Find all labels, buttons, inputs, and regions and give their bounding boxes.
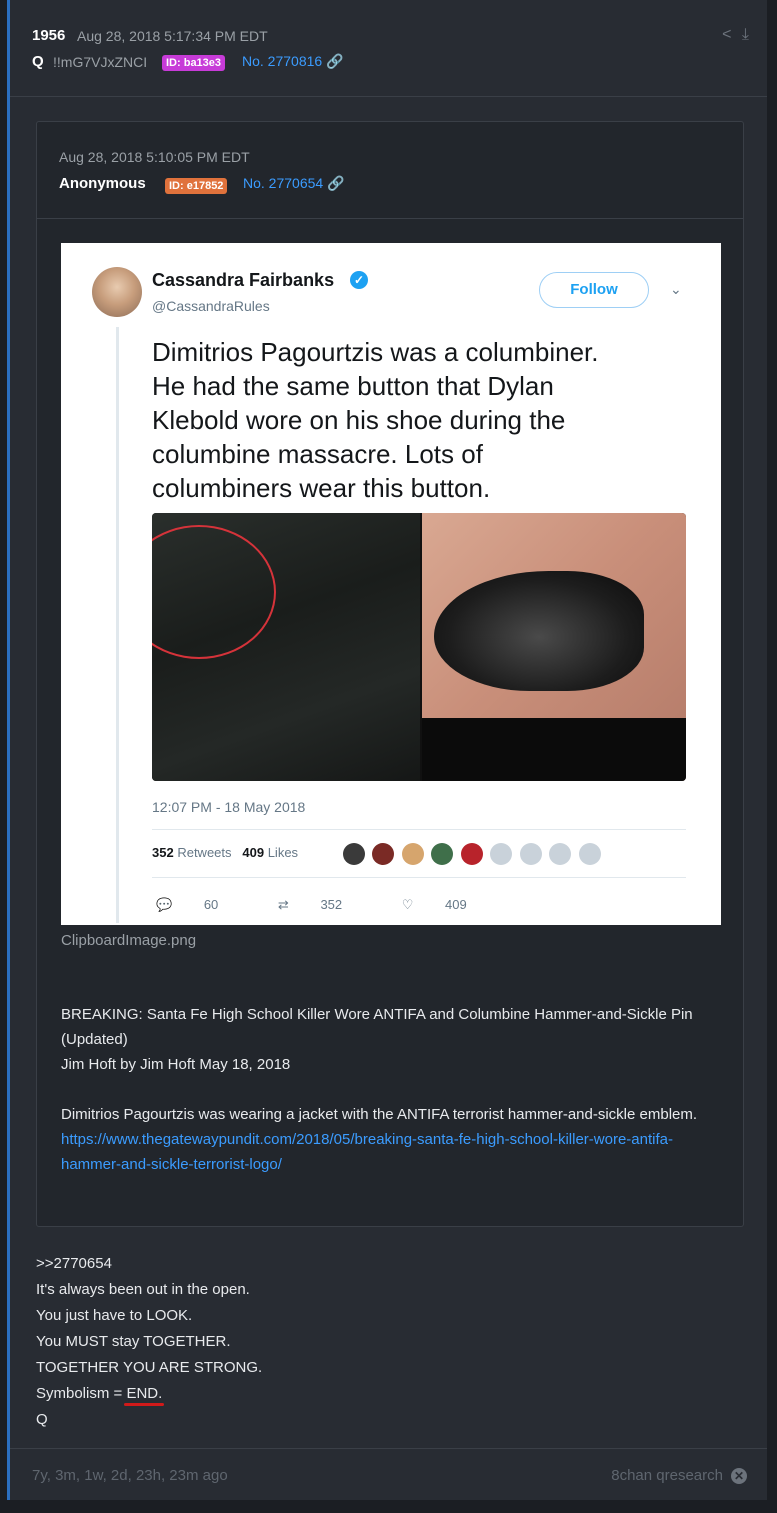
- post-tripcode: !!mG7VJxZNCI: [53, 54, 148, 70]
- tweet-media: [152, 513, 686, 781]
- quoted-post: Aug 28, 2018 5:10:05 PM EDT Anonymous ID…: [36, 121, 744, 1227]
- autopsy-caption: [422, 718, 686, 781]
- post-author: Q: [32, 53, 44, 70]
- article-byline: Jim Hoft by Jim Hoft May 18, 2018: [61, 1056, 291, 1073]
- heart-icon: ♡: [401, 897, 414, 912]
- article-headline: BREAKING: Santa Fe High School Killer Wo…: [61, 1006, 693, 1048]
- article-paragraph: Dimitrios Pagourtzis was wearing a jacke…: [61, 1106, 698, 1123]
- reply-signature: Q: [36, 1411, 48, 1428]
- quoted-post-id-badge: ID: e17852: [165, 178, 228, 194]
- post-date: Aug 28, 2018 5:17:34 PM EDT: [77, 28, 268, 44]
- post-container: 1956 Aug 28, 2018 5:17:34 PM EDT Q !!mG7…: [7, 0, 767, 1500]
- avatar: [431, 843, 454, 865]
- tweet-author-handle: @CassandraRules: [152, 298, 270, 314]
- link-icon: 🔗: [326, 53, 344, 69]
- divider: [152, 829, 686, 830]
- retweet-icon: ⇄: [277, 897, 289, 912]
- avatar: [490, 843, 513, 865]
- reply-reference-link[interactable]: >>2770654: [36, 1251, 736, 1277]
- likers-avatars: [343, 843, 604, 865]
- quoted-post-body: BREAKING: Santa Fe High School Killer Wo…: [61, 1002, 711, 1202]
- avatar: [92, 267, 142, 317]
- reply-body: >>2770654 It's always been out in the op…: [36, 1251, 736, 1433]
- avatar: [519, 843, 542, 865]
- divider: [152, 877, 686, 878]
- follow-button: Follow: [539, 272, 649, 308]
- reply-line: Symbolism = END.: [36, 1385, 163, 1402]
- reply-line: TOGETHER YOU ARE STRONG.: [36, 1359, 263, 1376]
- avatar: [460, 843, 483, 865]
- reply-line: You just have to LOOK.: [36, 1307, 193, 1324]
- reply-line: You MUST stay TOGETHER.: [36, 1333, 231, 1350]
- red-circle-annotation: [152, 525, 276, 659]
- avatar: [401, 843, 424, 865]
- quoted-post-header: Aug 28, 2018 5:10:05 PM EDT Anonymous ID…: [37, 122, 743, 219]
- post-id-badge: ID: ba13e3: [162, 55, 226, 71]
- download-icon[interactable]: ⤓: [742, 26, 749, 43]
- reply-icon: 💬: [156, 897, 173, 912]
- quoted-post-date: Aug 28, 2018 5:10:05 PM EDT: [59, 149, 250, 165]
- reply-line: It's always been out in the open.: [36, 1281, 250, 1298]
- share-icon[interactable]: <: [722, 26, 731, 43]
- avatar: [343, 843, 365, 865]
- post-header: 1956 Aug 28, 2018 5:17:34 PM EDT Q !!mG7…: [10, 0, 767, 97]
- post-age: 7y, 3m, 1w, 2d, 23h, 23m ago: [32, 1467, 228, 1484]
- link-icon: 🔗: [327, 175, 345, 191]
- tweet-author-name: Cassandra Fairbanks: [152, 270, 335, 290]
- article-link[interactable]: https://www.thegatewaypundit.com/2018/05…: [61, 1131, 673, 1173]
- boot-photo: [422, 513, 686, 781]
- avatar: [372, 843, 395, 865]
- post-number: 1956: [32, 27, 66, 44]
- tweet-actions: 💬 60 ⇄ 352 ♡ 409: [156, 897, 467, 912]
- post-source: 8chan qresearch: [611, 1467, 723, 1484]
- tweet-image[interactable]: Cassandra Fairbanks ✓ @CassandraRules Fo…: [61, 243, 721, 925]
- tweet-text: Dimitrios Pagourtzis was a columbiner. H…: [152, 337, 599, 503]
- shirt-photo: [152, 513, 420, 781]
- thread-line: [116, 327, 119, 923]
- post-number-link[interactable]: No. 2770816 🔗: [242, 53, 344, 70]
- chevron-down-icon: ⌄: [670, 281, 682, 297]
- quoted-post-author: Anonymous: [59, 175, 146, 192]
- underlined-end-word: END.: [126, 1385, 163, 1402]
- tweet-stats: 352 Retweets 409 Likes: [152, 845, 299, 860]
- boot-shape: [434, 571, 644, 691]
- verified-icon: ✓: [350, 271, 368, 289]
- tweet-timestamp: 12:07 PM - 18 May 2018: [152, 799, 306, 815]
- avatar: [578, 843, 601, 865]
- quoted-post-number-link[interactable]: No. 2770654 🔗: [243, 175, 345, 192]
- post-footer: 7y, 3m, 1w, 2d, 23h, 23m ago 8chan qrese…: [10, 1448, 767, 1501]
- image-filename[interactable]: ClipboardImage.png: [61, 932, 196, 949]
- avatar: [549, 843, 572, 865]
- close-icon[interactable]: ✕: [731, 1468, 747, 1484]
